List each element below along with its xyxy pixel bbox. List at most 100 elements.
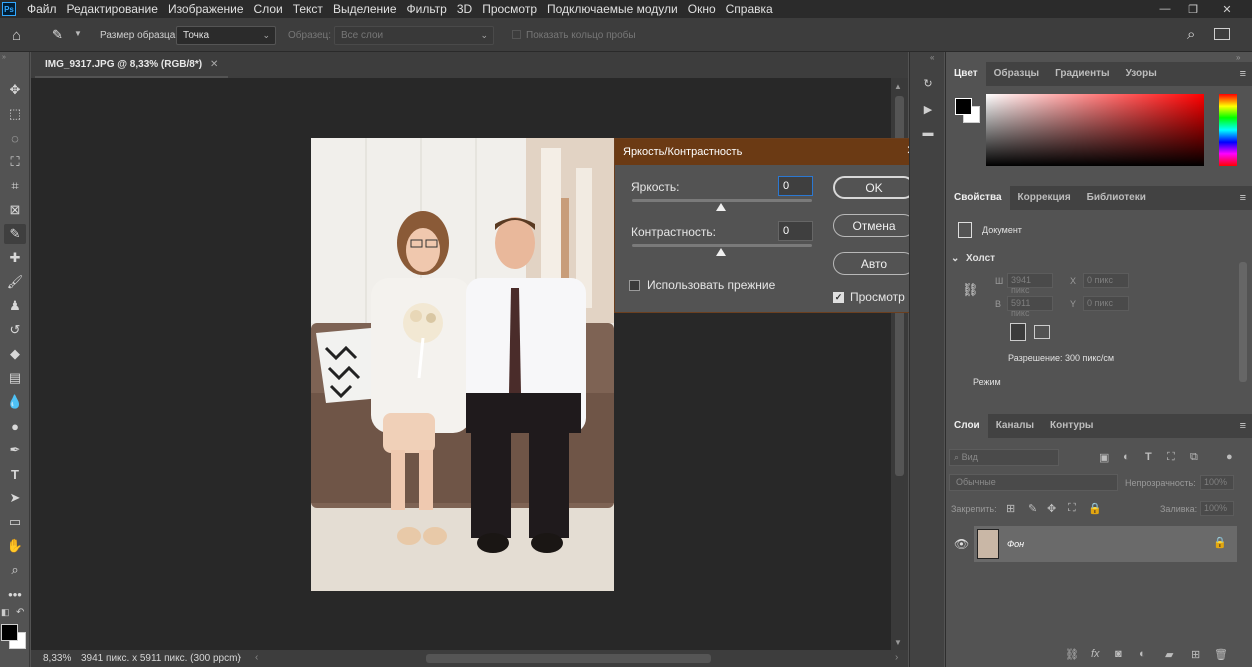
tab-libraries[interactable]: Библиотеки	[1079, 186, 1154, 210]
hand-tool-icon[interactable]: ✋	[4, 536, 26, 556]
link-layers-icon[interactable]: ⛓	[1065, 648, 1079, 661]
layer-row[interactable]: Фон 🔒	[974, 526, 1237, 562]
add-mask-icon[interactable]: ◙	[1115, 648, 1122, 660]
panel-menu-icon[interactable]: ≡	[1240, 68, 1246, 80]
swap-colors-icon[interactable]: ↶	[16, 607, 24, 618]
path-select-tool-icon[interactable]: ➤	[4, 488, 26, 508]
fill-field[interactable]: 100%	[1200, 501, 1234, 516]
cancel-button[interactable]: Отмена	[833, 214, 915, 237]
canvas-section-label[interactable]: Холст	[966, 253, 995, 264]
comments-icon[interactable]: ▬	[921, 126, 935, 140]
brightness-slider-track[interactable]	[632, 199, 812, 202]
healing-brush-tool-icon[interactable]: ✚	[4, 248, 26, 268]
lock-position-icon[interactable]: ✥	[1047, 502, 1056, 515]
history-icon[interactable]: ↻	[921, 76, 935, 90]
preview-checkbox[interactable]: ✓	[833, 292, 844, 303]
tab-properties[interactable]: Свойства	[946, 186, 1010, 210]
layer-name[interactable]: Фон	[1007, 539, 1024, 549]
scroll-left-icon[interactable]: ‹	[255, 652, 258, 663]
rectangle-tool-icon[interactable]: ▭	[4, 512, 26, 532]
adjustment-filter-icon[interactable]: ◐	[1123, 451, 1130, 463]
collapse-icon[interactable]: »	[2, 54, 6, 61]
y-field[interactable]: 0 пикс	[1083, 296, 1129, 311]
lock-all-icon[interactable]: 🔒	[1088, 502, 1102, 515]
type-tool-icon[interactable]: T	[4, 464, 26, 484]
opacity-field[interactable]: 100%	[1200, 475, 1234, 490]
blur-tool-icon[interactable]: 💧	[4, 392, 26, 412]
foreground-color-swatch[interactable]	[1, 624, 18, 641]
menu-filter[interactable]: Фильтр	[402, 0, 452, 18]
smart-object-filter-icon[interactable]: ⧉	[1190, 451, 1198, 464]
properties-scrollbar[interactable]	[1239, 262, 1247, 382]
new-group-icon[interactable]: ▰	[1165, 648, 1173, 661]
layer-style-icon[interactable]: fx	[1091, 648, 1100, 660]
menu-window[interactable]: Окно	[683, 0, 721, 18]
x-field[interactable]: 0 пикс	[1083, 273, 1129, 288]
lock-pixels-icon[interactable]: ⊞	[1006, 502, 1015, 515]
color-picker-field[interactable]	[986, 94, 1204, 166]
tab-adjustments[interactable]: Коррекция	[1010, 186, 1079, 210]
menu-layer[interactable]: Слои	[249, 0, 288, 18]
use-legacy-checkbox[interactable]	[629, 280, 640, 291]
scroll-down-icon[interactable]: ▼	[894, 638, 902, 647]
tab-layers[interactable]: Слои	[946, 414, 988, 438]
menu-help[interactable]: Справка	[721, 0, 778, 18]
tab-gradients[interactable]: Градиенты	[1047, 62, 1118, 86]
layer-lock-icon[interactable]: 🔒	[1213, 536, 1227, 549]
sample-size-select[interactable]: Точка ⌄	[176, 26, 276, 45]
new-layer-icon[interactable]: ⊞	[1191, 648, 1200, 661]
close-button[interactable]: ✕	[1214, 0, 1240, 18]
shape-filter-icon[interactable]: ⛶	[1167, 451, 1175, 464]
panel-menu-icon[interactable]: ≡	[1240, 192, 1246, 204]
lock-artboard-icon[interactable]: ⛶	[1068, 502, 1076, 515]
marquee-tool-icon[interactable]: ⬚	[4, 104, 26, 124]
tab-paths[interactable]: Контуры	[1042, 414, 1101, 438]
brush-tool-icon[interactable]: 🖌	[4, 272, 26, 292]
scroll-up-icon[interactable]: ▲	[894, 82, 902, 91]
new-adjustment-layer-icon[interactable]: ◐	[1139, 648, 1146, 660]
filter-toggle-icon[interactable]: ●	[1226, 451, 1233, 463]
history-brush-tool-icon[interactable]: ↺	[4, 320, 26, 340]
eyedropper-tool-icon[interactable]: ✎	[4, 224, 26, 244]
ok-button[interactable]: OK	[833, 176, 915, 199]
more-tools-icon[interactable]: •••	[4, 584, 26, 604]
auto-button[interactable]: Авто	[833, 252, 915, 275]
menu-view[interactable]: Просмотр	[477, 0, 542, 18]
lasso-tool-icon[interactable]: ◌	[4, 128, 26, 148]
restore-button[interactable]: ❐	[1180, 0, 1206, 18]
scroll-right-icon[interactable]: ›	[895, 652, 898, 663]
collapse-icon[interactable]: «	[930, 53, 934, 62]
menu-plugins[interactable]: Подключаемые модули	[542, 0, 683, 18]
eyedropper-preset-icon[interactable]: ✎	[52, 27, 63, 43]
layer-filter-select[interactable]: ⌕ Вид	[949, 449, 1059, 466]
menu-image[interactable]: Изображение	[163, 0, 249, 18]
canvas-section-chevron-icon[interactable]: ⌄	[951, 253, 959, 264]
show-ring-checkbox[interactable]	[512, 30, 521, 39]
chevron-right-icon[interactable]: ›	[238, 652, 241, 663]
brightness-input[interactable]	[778, 176, 813, 196]
pen-tool-icon[interactable]: ✒	[4, 440, 26, 460]
visibility-eye-icon[interactable]: 👁	[954, 537, 969, 551]
landscape-orientation-icon[interactable]	[1034, 325, 1050, 339]
menu-edit[interactable]: Редактирование	[62, 0, 163, 18]
sample-select[interactable]: Все слои ⌄	[334, 26, 494, 45]
stamp-tool-icon[interactable]: ♟	[4, 296, 26, 316]
lock-image-icon[interactable]: ✎	[1028, 502, 1037, 515]
home-icon[interactable]: ⌂	[12, 27, 21, 44]
foreground-color-swatch[interactable]	[955, 98, 972, 115]
contrast-input[interactable]	[778, 221, 813, 241]
dodge-tool-icon[interactable]: ●	[4, 416, 26, 436]
contrast-slider-thumb[interactable]	[716, 248, 726, 256]
menu-3d[interactable]: 3D	[452, 0, 477, 18]
width-field[interactable]: 3941 пикс	[1007, 273, 1053, 295]
tab-swatches[interactable]: Образцы	[986, 62, 1047, 86]
search-icon[interactable]: ⌕	[1187, 26, 1195, 43]
frame-tool-icon[interactable]: ⊠	[4, 200, 26, 220]
actions-icon[interactable]: ▶	[921, 102, 935, 116]
object-select-tool-icon[interactable]: ⛶	[4, 152, 26, 172]
menu-file[interactable]: Файл	[22, 0, 62, 18]
menu-type[interactable]: Текст	[288, 0, 328, 18]
move-tool-icon[interactable]: ✥	[4, 80, 26, 100]
hue-slider[interactable]	[1219, 94, 1237, 166]
eraser-tool-icon[interactable]: ◆	[4, 344, 26, 364]
